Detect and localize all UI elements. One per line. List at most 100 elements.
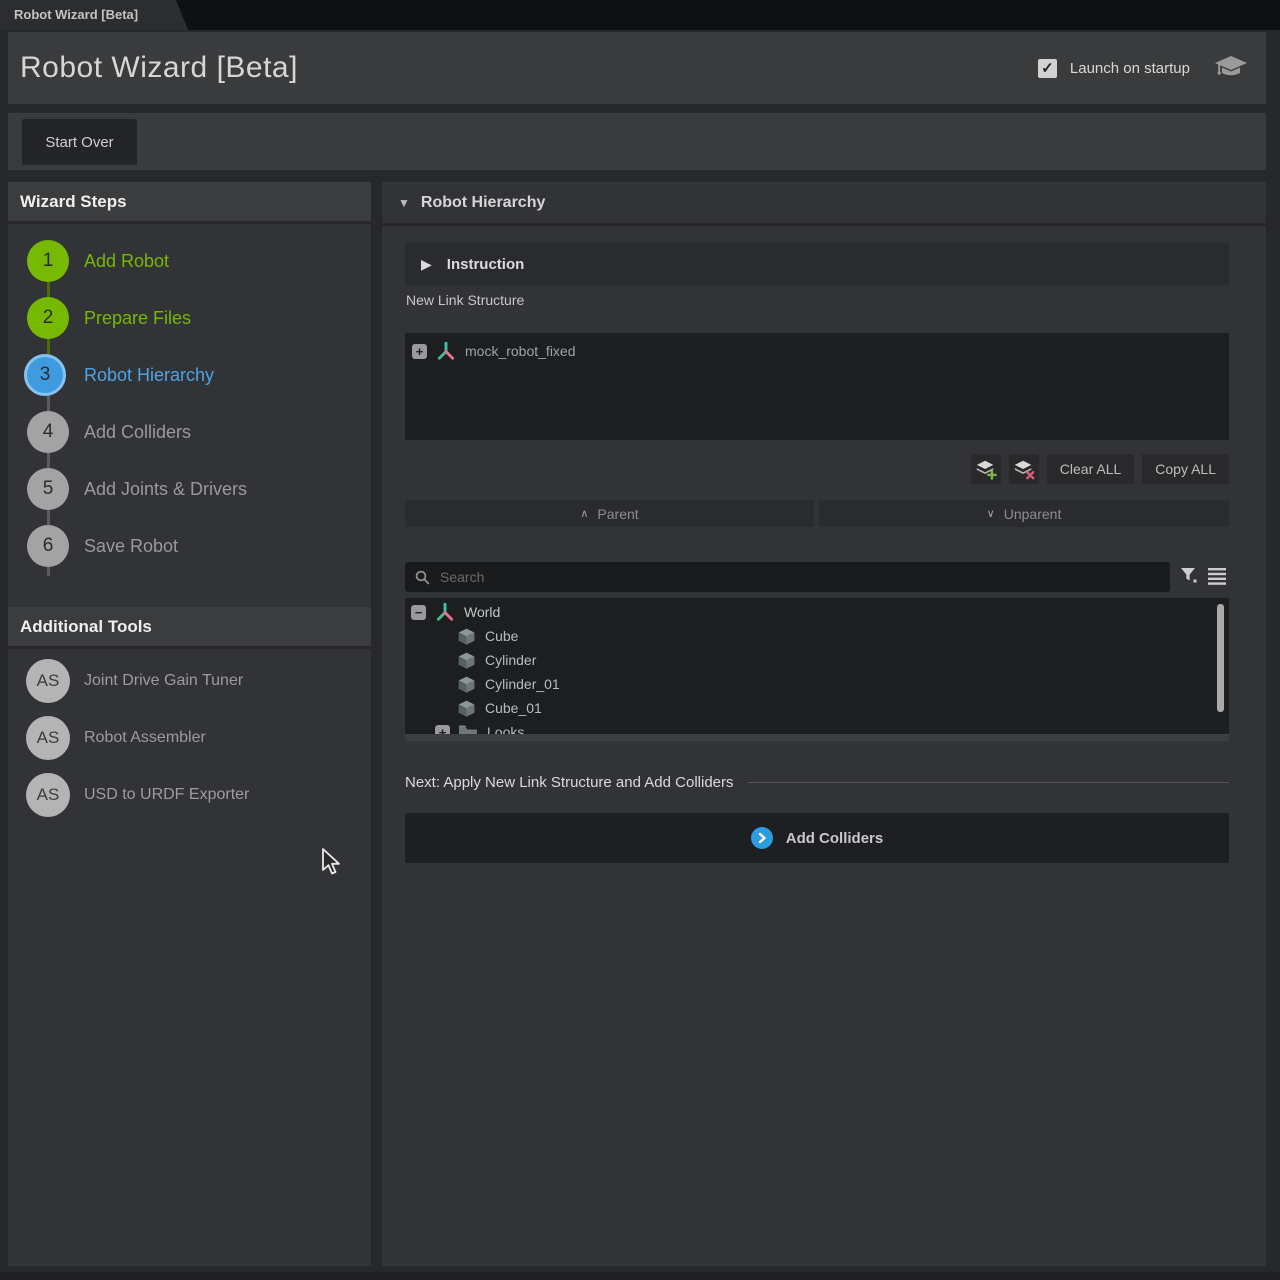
unparent-label: Unparent bbox=[1004, 506, 1062, 522]
robot-hierarchy-panel: ▼ Robot Hierarchy ▶ Instruction New Link… bbox=[382, 182, 1266, 1266]
wizard-step-add-colliders[interactable]: 4 Add Colliders bbox=[8, 411, 371, 453]
clear-all-button[interactable]: Clear ALL bbox=[1047, 454, 1134, 484]
remove-layer-button[interactable] bbox=[1009, 454, 1039, 484]
tab-strip: Robot Wizard [Beta] bbox=[0, 0, 1280, 30]
checkmark-icon: ✓ bbox=[1041, 59, 1054, 77]
step-label: Add Joints & Drivers bbox=[84, 468, 247, 510]
copy-all-button[interactable]: Copy ALL bbox=[1142, 454, 1229, 484]
vertical-scrollbar-thumb[interactable] bbox=[1217, 604, 1224, 712]
wizard-steps-panel: Wizard Steps 1 Add Robot 2 Prepare Files… bbox=[8, 182, 371, 1266]
step-number-badge: 5 bbox=[27, 468, 69, 510]
add-colliders-label: Add Colliders bbox=[786, 830, 884, 847]
tool-usd-to-urdf-exporter[interactable]: AS USD to URDF Exporter bbox=[8, 773, 371, 817]
tool-label: Joint Drive Gain Tuner bbox=[84, 659, 243, 703]
page-title: Robot Wizard [Beta] bbox=[20, 51, 1038, 85]
step-label: Add Robot bbox=[84, 240, 169, 282]
mouse-cursor bbox=[320, 848, 344, 883]
step-label: Add Colliders bbox=[84, 411, 191, 453]
tool-joint-drive-gain-tuner[interactable]: AS Joint Drive Gain Tuner bbox=[8, 659, 371, 703]
stage-tree-row-cube-01[interactable]: Cube_01 bbox=[405, 696, 1229, 720]
tool-badge: AS bbox=[26, 773, 70, 817]
search-icon bbox=[415, 570, 430, 585]
parent-button[interactable]: ∧ Parent bbox=[405, 500, 814, 527]
wizard-step-add-joints-drivers[interactable]: 5 Add Joints & Drivers bbox=[8, 468, 371, 510]
add-layer-button[interactable] bbox=[971, 454, 1001, 484]
additional-tools-title: Additional Tools bbox=[20, 617, 152, 637]
window-tab[interactable]: Robot Wizard [Beta] bbox=[0, 0, 188, 30]
robot-hierarchy-header[interactable]: ▼ Robot Hierarchy bbox=[382, 182, 1266, 226]
stage-tree-label: World bbox=[464, 604, 500, 620]
add-colliders-button[interactable]: Add Colliders bbox=[405, 813, 1229, 863]
cube-icon bbox=[457, 699, 476, 718]
instruction-collapsible[interactable]: ▶ Instruction bbox=[405, 243, 1229, 285]
collapse-minus-icon[interactable]: − bbox=[411, 605, 426, 620]
cube-icon bbox=[457, 651, 476, 670]
expand-right-icon: ▶ bbox=[421, 256, 432, 273]
graduation-cap-icon[interactable] bbox=[1214, 55, 1248, 81]
copy-all-label: Copy ALL bbox=[1155, 461, 1216, 477]
parent-label: Parent bbox=[597, 506, 638, 522]
search-box[interactable] bbox=[405, 562, 1170, 592]
chevron-down-icon: ∨ bbox=[987, 507, 995, 520]
link-tree-label: mock_robot_fixed bbox=[465, 343, 576, 359]
step-label: Prepare Files bbox=[84, 297, 191, 339]
wizard-step-add-robot[interactable]: 1 Add Robot bbox=[8, 240, 371, 282]
step-label: Save Robot bbox=[84, 525, 178, 567]
action-toolbar: Start Over bbox=[8, 113, 1266, 170]
header: Robot Wizard [Beta] ✓ Launch on startup bbox=[8, 32, 1266, 104]
next-arrow-icon bbox=[751, 827, 773, 849]
new-link-structure-tree: + mock_robot_fixed bbox=[405, 333, 1229, 440]
stage-tree-label: Cube_01 bbox=[485, 700, 542, 716]
wizard-steps-title: Wizard Steps bbox=[20, 192, 127, 212]
clear-all-label: Clear ALL bbox=[1060, 461, 1121, 477]
step-number-badge: 2 bbox=[27, 297, 69, 339]
tool-label: USD to URDF Exporter bbox=[84, 773, 249, 817]
filter-button[interactable] bbox=[1179, 566, 1199, 591]
search-input[interactable] bbox=[438, 568, 1170, 586]
stage-tree-row-world[interactable]: − World bbox=[405, 600, 1229, 624]
wizard-step-robot-hierarchy[interactable]: 3 Robot Hierarchy bbox=[8, 354, 371, 396]
app-window: Robot Wizard [Beta] Robot Wizard [Beta] … bbox=[0, 0, 1280, 1280]
hamburger-menu-icon bbox=[1208, 568, 1226, 585]
new-link-structure-label: New Link Structure bbox=[406, 292, 524, 308]
step-label: Robot Hierarchy bbox=[84, 354, 214, 396]
expand-plus-icon[interactable]: + bbox=[412, 344, 427, 359]
instruction-label: Instruction bbox=[447, 256, 525, 273]
horizontal-scrollbar-track[interactable] bbox=[405, 734, 1229, 741]
wizard-step-save-robot[interactable]: 6 Save Robot bbox=[8, 525, 371, 567]
stage-tree-row-cube[interactable]: Cube bbox=[405, 624, 1229, 648]
window-tab-label: Robot Wizard [Beta] bbox=[14, 7, 138, 22]
stage-tree-row-cylinder[interactable]: Cylinder bbox=[405, 648, 1229, 672]
start-over-button[interactable]: Start Over bbox=[22, 119, 137, 165]
step-number-badge: 6 bbox=[27, 525, 69, 567]
step-number-badge: 3 bbox=[24, 354, 66, 396]
filter-icon bbox=[1179, 566, 1199, 586]
tool-label: Robot Assembler bbox=[84, 716, 206, 760]
divider-line bbox=[748, 782, 1230, 783]
bottom-border-strip bbox=[0, 1272, 1280, 1280]
step-number-badge: 4 bbox=[27, 411, 69, 453]
next-step-heading-row: Next: Apply New Link Structure and Add C… bbox=[405, 774, 1229, 791]
link-tree-row-mock-robot-fixed[interactable]: + mock_robot_fixed bbox=[405, 339, 1229, 363]
tool-badge: AS bbox=[26, 659, 70, 703]
stage-tree-label: Cube bbox=[485, 628, 518, 644]
cube-icon bbox=[457, 675, 476, 694]
stage-tree-label: Cylinder bbox=[485, 652, 536, 668]
wizard-steps-header: Wizard Steps bbox=[8, 182, 371, 224]
robot-hierarchy-title: Robot Hierarchy bbox=[421, 194, 545, 212]
tool-robot-assembler[interactable]: AS Robot Assembler bbox=[8, 716, 371, 760]
tool-badge: AS bbox=[26, 716, 70, 760]
wizard-step-prepare-files[interactable]: 2 Prepare Files bbox=[8, 297, 371, 339]
stage-tree-row-cylinder-01[interactable]: Cylinder_01 bbox=[405, 672, 1229, 696]
stage-tree: − World Cube bbox=[405, 598, 1229, 741]
tree-options-button[interactable] bbox=[1208, 568, 1226, 590]
unparent-button[interactable]: ∨ Unparent bbox=[819, 500, 1229, 527]
launch-on-startup-label: Launch on startup bbox=[1070, 60, 1190, 77]
stage-tree-label: Cylinder_01 bbox=[485, 676, 560, 692]
start-over-label: Start Over bbox=[45, 134, 113, 151]
next-step-heading: Next: Apply New Link Structure and Add C… bbox=[405, 774, 734, 791]
launch-on-startup-checkbox[interactable]: ✓ bbox=[1038, 59, 1057, 78]
step-number-badge: 1 bbox=[27, 240, 69, 282]
link-actions: Clear ALL Copy ALL bbox=[971, 454, 1229, 484]
xform-icon bbox=[435, 602, 455, 622]
